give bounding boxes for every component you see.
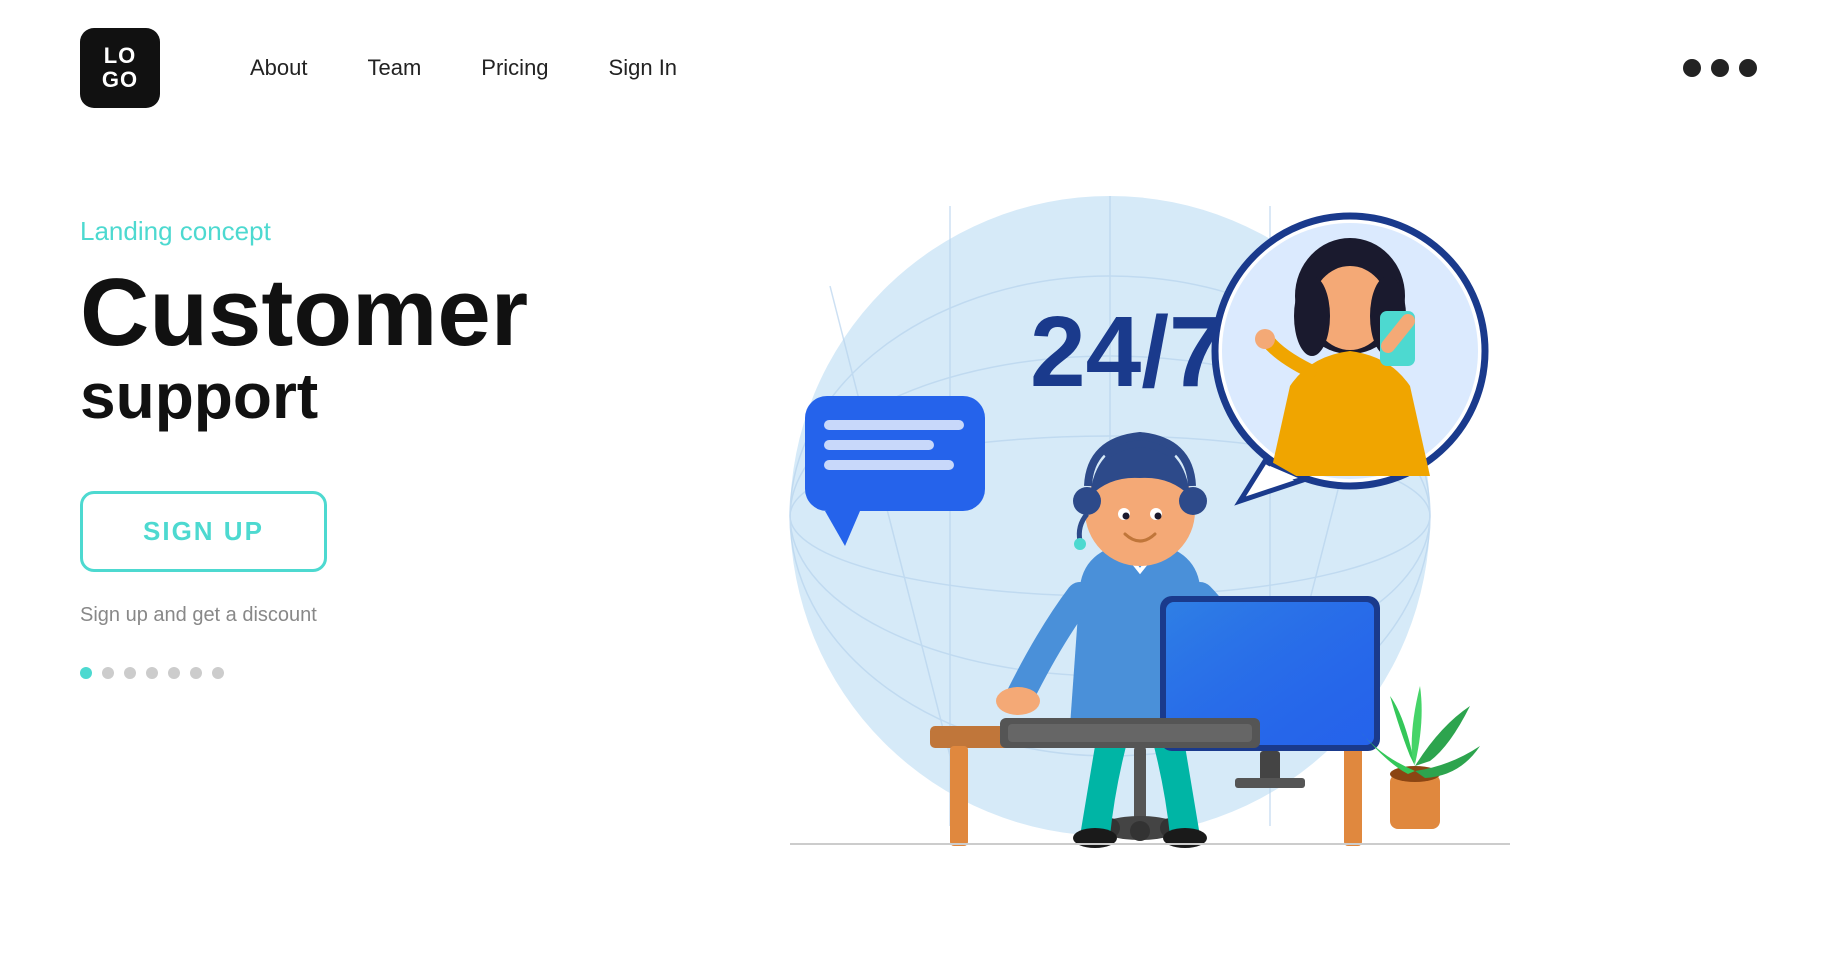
- more-options[interactable]: [1683, 59, 1757, 77]
- logo[interactable]: LO GO: [80, 28, 160, 108]
- nav-signin[interactable]: Sign In: [609, 55, 678, 81]
- hero-title-support: support: [80, 361, 600, 431]
- dot-3: [1739, 59, 1757, 77]
- page-dot-4[interactable]: [146, 667, 158, 679]
- nav-about[interactable]: About: [250, 55, 308, 81]
- page-dot-2[interactable]: [102, 667, 114, 679]
- hero-title-customer: Customer: [80, 265, 600, 361]
- page-dot-5[interactable]: [168, 667, 180, 679]
- main-content: Landing concept Customer support SIGN UP…: [0, 136, 1837, 980]
- signup-subtext: Sign up and get a discount: [80, 604, 600, 627]
- page-dot-1[interactable]: [80, 667, 92, 679]
- right-panel: 24/7: [600, 156, 1757, 980]
- signup-button[interactable]: SIGN UP: [80, 491, 327, 572]
- navbar: LO GO About Team Pricing Sign In: [0, 0, 1837, 136]
- availability-badge: 24/7: [1030, 296, 1225, 408]
- page-dot-6[interactable]: [190, 667, 202, 679]
- landing-concept-label: Landing concept: [80, 216, 600, 247]
- left-panel: Landing concept Customer support SIGN UP…: [80, 156, 600, 679]
- nav-pricing[interactable]: Pricing: [481, 55, 548, 81]
- pagination-dots: [80, 667, 600, 679]
- illustration: 24/7: [650, 156, 1550, 936]
- nav-links: About Team Pricing Sign In: [250, 55, 677, 81]
- dot-1: [1683, 59, 1701, 77]
- nav-team[interactable]: Team: [368, 55, 422, 81]
- dot-2: [1711, 59, 1729, 77]
- page-dot-7[interactable]: [212, 667, 224, 679]
- page-dot-3[interactable]: [124, 667, 136, 679]
